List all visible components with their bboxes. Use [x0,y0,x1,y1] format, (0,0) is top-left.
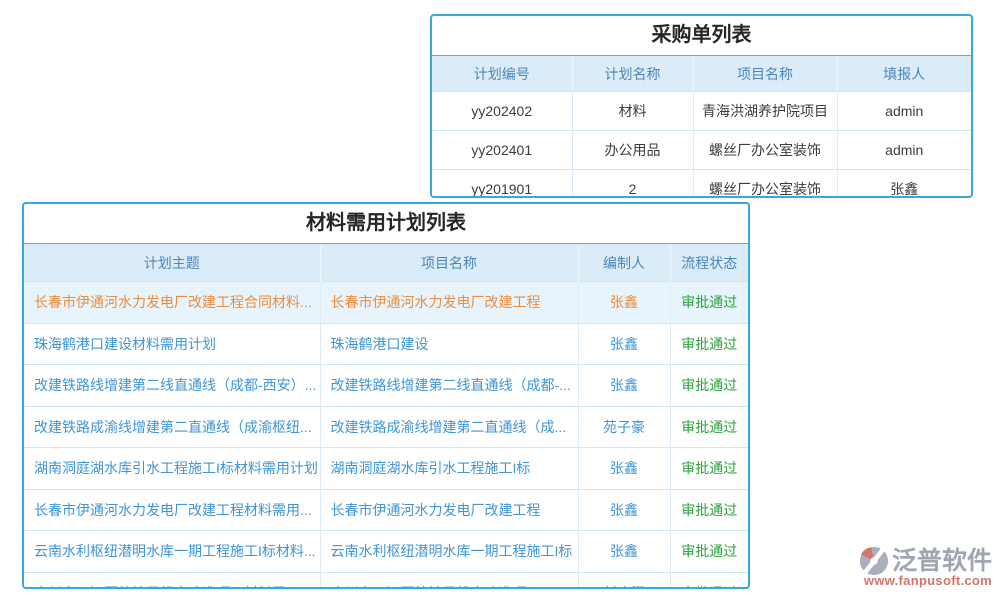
table-row[interactable]: yy202401办公用品螺丝厂办公室装饰admin [432,131,971,170]
status-text: 审批通过 [670,572,748,589]
project-name-link[interactable]: 广州市天河区统计局机房改造项目 [320,572,578,589]
status-text: 审批通过 [670,489,748,531]
column-header-project-name: 项目名称 [693,56,837,92]
cell-plan-number: yy202401 [432,131,572,170]
project-name-link[interactable]: 云南水利枢纽潜明水库一期工程施工I标 [320,531,578,573]
cell-reporter: admin [837,131,971,170]
plan-subject-link[interactable]: 广州市天河区统计局机房改造项目材料需用... [24,572,320,589]
table-row[interactable]: 广州市天河区统计局机房改造项目材料需用...广州市天河区统计局机房改造项目任晓渠… [24,572,748,589]
status-text: 审批通过 [670,323,748,365]
cell-reporter: admin [837,92,971,131]
table-row[interactable]: yy2019012螺丝厂办公室装饰张鑫 [432,170,971,199]
author-link[interactable]: 张鑫 [578,448,670,490]
author-link[interactable]: 张鑫 [578,489,670,531]
material-plan-list-title: 材料需用计划列表 [24,204,748,244]
material-plan-list-card: 材料需用计划列表 计划主题 项目名称 编制人 流程状态 长春市伊通河水力发电厂改… [22,202,750,589]
column-header-reporter: 填报人 [837,56,971,92]
cell-project-name: 螺丝厂办公室装饰 [693,170,837,199]
plan-subject-link[interactable]: 湖南洞庭湖水库引水工程施工I标材料需用计划 [24,448,320,490]
plan-table-body: 长春市伊通河水力发电厂改建工程合同材料...长春市伊通河水力发电厂改建工程张鑫审… [24,282,748,590]
table-row[interactable]: 珠海鹤港口建设材料需用计划珠海鹤港口建设张鑫审批通过 [24,323,748,365]
purchase-order-table: 计划编号 计划名称 项目名称 填报人 yy202402材料青海洪湖养护院项目ad… [432,56,971,198]
cell-project-name: 青海洪湖养护院项目 [693,92,837,131]
cell-plan-name: 2 [572,170,693,199]
plan-subject-link[interactable]: 长春市伊通河水力发电厂改建工程材料需用... [24,489,320,531]
brand-row: 泛普软件 [836,546,992,576]
column-header-plan-name: 计划名称 [572,56,693,92]
author-link[interactable]: 苑子豪 [578,406,670,448]
table-row[interactable]: 湖南洞庭湖水库引水工程施工I标材料需用计划湖南洞庭湖水库引水工程施工I标张鑫审批… [24,448,748,490]
table-row[interactable]: 改建铁路线增建第二线直通线（成都-西安）...改建铁路线增建第二线直通线（成都-… [24,365,748,407]
status-text: 审批通过 [670,531,748,573]
column-header-plan-subject: 计划主题 [24,244,320,282]
plan-subject-link[interactable]: 珠海鹤港口建设材料需用计划 [24,323,320,365]
project-name-link[interactable]: 改建铁路成渝线增建第二直通线（成... [320,406,578,448]
purchase-order-list-card: 采购单列表 计划编号 计划名称 项目名称 填报人 yy202402材料青海洪湖养… [430,14,973,198]
brand-name: 泛普软件 [892,546,992,576]
project-name-link[interactable]: 湖南洞庭湖水库引水工程施工I标 [320,448,578,490]
author-link[interactable]: 张鑫 [578,365,670,407]
fanpu-logo-icon [859,546,889,576]
table-row[interactable]: 云南水利枢纽潜明水库一期工程施工I标材料...云南水利枢纽潜明水库一期工程施工I… [24,531,748,573]
cell-plan-name: 办公用品 [572,131,693,170]
material-plan-table: 计划主题 项目名称 编制人 流程状态 长春市伊通河水力发电厂改建工程合同材料..… [24,244,748,589]
cell-plan-name: 材料 [572,92,693,131]
cell-plan-number: yy202402 [432,92,572,131]
plan-subject-link[interactable]: 长春市伊通河水力发电厂改建工程合同材料... [24,282,320,324]
project-name-link[interactable]: 改建铁路线增建第二线直通线（成都-... [320,365,578,407]
author-link[interactable]: 张鑫 [578,323,670,365]
status-text: 审批通过 [670,448,748,490]
plan-subject-link[interactable]: 云南水利枢纽潜明水库一期工程施工I标材料... [24,531,320,573]
plan-header-row: 计划主题 项目名称 编制人 流程状态 [24,244,748,282]
status-text: 审批通过 [670,365,748,407]
status-text: 审批通过 [670,282,748,324]
project-name-link[interactable]: 珠海鹤港口建设 [320,323,578,365]
column-header-flow-status: 流程状态 [670,244,748,282]
purchase-header-row: 计划编号 计划名称 项目名称 填报人 [432,56,971,92]
table-row[interactable]: 长春市伊通河水力发电厂改建工程材料需用...长春市伊通河水力发电厂改建工程张鑫审… [24,489,748,531]
table-row[interactable]: 长春市伊通河水力发电厂改建工程合同材料...长春市伊通河水力发电厂改建工程张鑫审… [24,282,748,324]
watermark: 泛普软件 www.fanpusoft.com [836,546,992,588]
column-header-author: 编制人 [578,244,670,282]
plan-subject-link[interactable]: 改建铁路线增建第二线直通线（成都-西安）... [24,365,320,407]
author-link[interactable]: 张鑫 [578,282,670,324]
cell-project-name: 螺丝厂办公室装饰 [693,131,837,170]
purchase-table-body: yy202402材料青海洪湖养护院项目adminyy202401办公用品螺丝厂办… [432,92,971,199]
column-header-project-name: 项目名称 [320,244,578,282]
purchase-list-title: 采购单列表 [432,16,971,56]
author-link[interactable]: 任晓渠 [578,572,670,589]
plan-subject-link[interactable]: 改建铁路成渝线增建第二直通线（成渝枢纽... [24,406,320,448]
cell-plan-number: yy201901 [432,170,572,199]
table-row[interactable]: yy202402材料青海洪湖养护院项目admin [432,92,971,131]
status-text: 审批通过 [670,406,748,448]
cell-reporter: 张鑫 [837,170,971,199]
project-name-link[interactable]: 长春市伊通河水力发电厂改建工程 [320,489,578,531]
project-name-link[interactable]: 长春市伊通河水力发电厂改建工程 [320,282,578,324]
column-header-plan-number: 计划编号 [432,56,572,92]
table-row[interactable]: 改建铁路成渝线增建第二直通线（成渝枢纽...改建铁路成渝线增建第二直通线（成..… [24,406,748,448]
author-link[interactable]: 张鑫 [578,531,670,573]
